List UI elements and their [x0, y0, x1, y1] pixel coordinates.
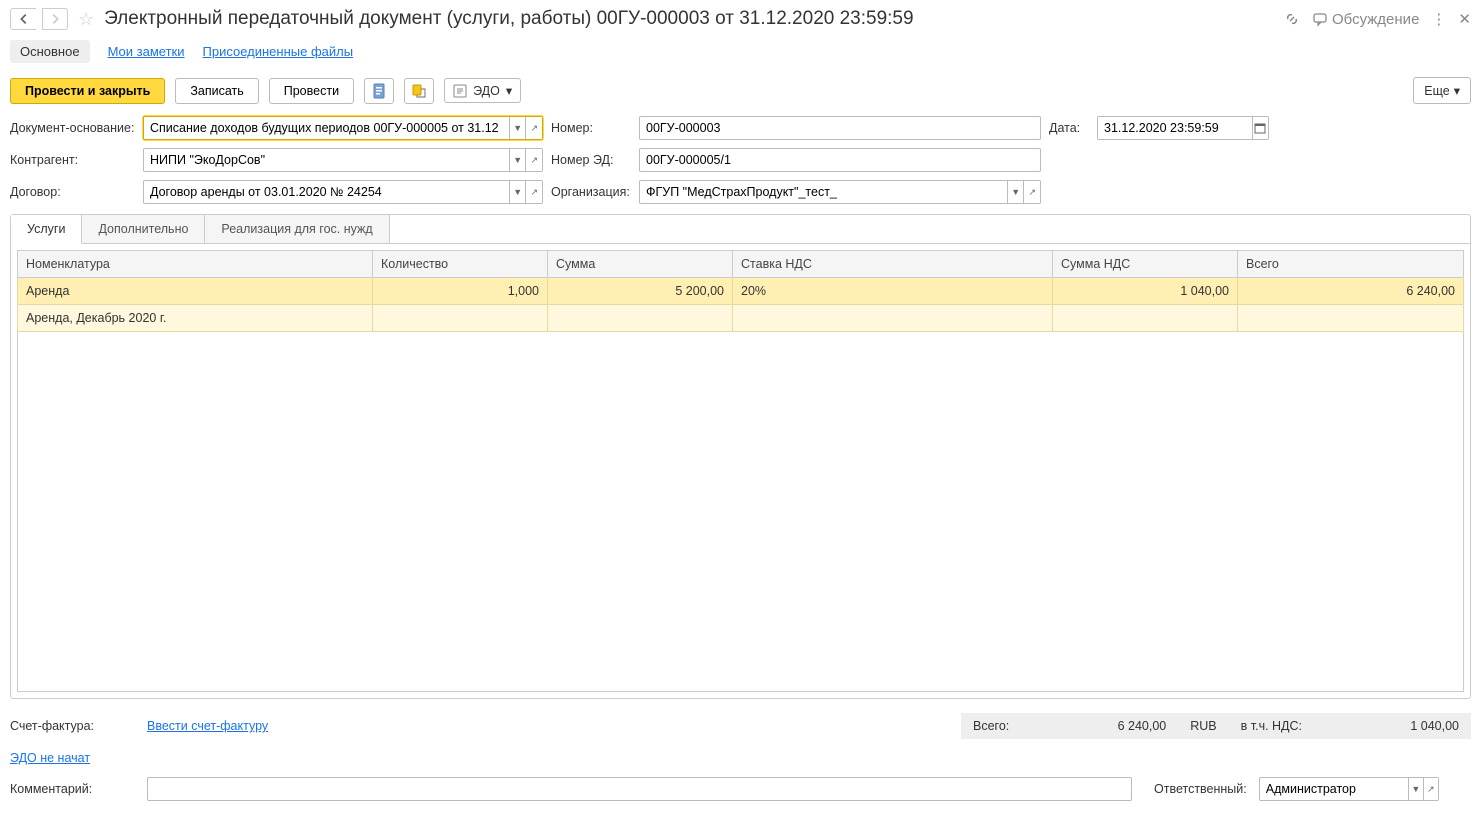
enter-invoice-link[interactable]: Ввести счет-фактуру — [147, 719, 268, 733]
link-icon[interactable] — [1284, 11, 1300, 27]
contract-label: Договор: — [10, 185, 135, 199]
col-vat-rate[interactable]: Ставка НДС — [733, 251, 1053, 278]
save-button[interactable]: Записать — [175, 78, 258, 104]
open-icon[interactable]: ↗ — [1023, 181, 1040, 203]
dropdown-icon[interactable]: ▼ — [509, 149, 526, 171]
col-nomenclature[interactable]: Номенклатура — [18, 251, 373, 278]
contract-field[interactable]: ▼ ↗ — [143, 180, 543, 204]
invoice-label: Счет-фактура: — [10, 719, 135, 733]
counterparty-label: Контрагент: — [10, 153, 135, 167]
favorite-icon[interactable]: ☆ — [78, 9, 94, 30]
date-label: Дата: — [1049, 121, 1089, 135]
number-field[interactable] — [639, 116, 1041, 140]
dropdown-icon[interactable]: ▼ — [1007, 181, 1024, 203]
tab-notes[interactable]: Мои заметки — [108, 44, 185, 59]
responsible-field[interactable]: ▼ ↗ — [1259, 777, 1439, 801]
org-field[interactable]: ▼ ↗ — [639, 180, 1041, 204]
tab-gov[interactable]: Реализация для гос. нужд — [205, 215, 389, 243]
comment-label: Комментарий: — [10, 782, 135, 796]
page-title: Электронный передаточный документ (услуг… — [104, 8, 1278, 30]
date-field[interactable] — [1097, 116, 1269, 140]
basis-label: Документ-основание: — [10, 121, 135, 135]
col-sum[interactable]: Сумма — [548, 251, 733, 278]
org-label: Организация: — [551, 185, 631, 199]
dropdown-icon[interactable]: ▼ — [509, 117, 526, 139]
tab-services[interactable]: Услуги — [11, 215, 82, 244]
dropdown-icon[interactable]: ▼ — [1408, 778, 1423, 800]
edo-status-link[interactable]: ЭДО не начат — [10, 751, 90, 765]
number-label: Номер: — [551, 121, 631, 135]
chevron-down-icon: ▾ — [506, 83, 512, 98]
back-button[interactable] — [10, 8, 36, 30]
edo-dropdown-button[interactable]: ЭДО ▾ — [444, 78, 521, 103]
chevron-down-icon: ▾ — [1454, 83, 1460, 98]
discussion-button[interactable]: Обсуждение — [1312, 11, 1419, 28]
totals-box: Всего: 6 240,00 RUB в т.ч. НДС: 1 040,00 — [961, 713, 1471, 739]
post-and-close-button[interactable]: Провести и закрыть — [10, 78, 165, 104]
tab-files[interactable]: Присоединенные файлы — [203, 44, 354, 59]
responsible-label: Ответственный: — [1154, 782, 1247, 796]
close-icon[interactable]: ✕ — [1458, 10, 1471, 28]
basis-field[interactable]: ▼ ↗ — [143, 116, 543, 140]
open-icon[interactable]: ↗ — [525, 149, 542, 171]
forward-button[interactable] — [42, 8, 68, 30]
tab-additional[interactable]: Дополнительно — [82, 215, 205, 243]
ed-number-label: Номер ЭД: — [551, 153, 631, 167]
open-icon[interactable]: ↗ — [525, 181, 542, 203]
col-qty[interactable]: Количество — [373, 251, 548, 278]
table-row[interactable]: Аренда 1,000 5 200,00 20% 1 040,00 6 240… — [18, 278, 1464, 305]
table-row[interactable]: Аренда, Декабрь 2020 г. — [18, 305, 1464, 332]
table-empty-area[interactable] — [17, 332, 1464, 692]
col-vat-sum[interactable]: Сумма НДС — [1053, 251, 1238, 278]
more-menu-icon[interactable]: ⋮ — [1431, 10, 1446, 28]
counterparty-field[interactable]: ▼ ↗ — [143, 148, 543, 172]
dropdown-icon[interactable]: ▼ — [509, 181, 526, 203]
col-total[interactable]: Всего — [1238, 251, 1464, 278]
open-icon[interactable]: ↗ — [525, 117, 542, 139]
calendar-icon[interactable] — [1252, 117, 1268, 139]
comment-input[interactable] — [147, 777, 1132, 801]
post-button[interactable]: Провести — [269, 78, 354, 104]
open-icon[interactable]: ↗ — [1423, 778, 1438, 800]
ed-number-field[interactable] — [639, 148, 1041, 172]
tab-main[interactable]: Основное — [10, 40, 90, 63]
report-icon-button[interactable] — [364, 78, 394, 104]
more-button[interactable]: Еще ▾ — [1413, 77, 1471, 104]
create-based-icon-button[interactable] — [404, 78, 434, 104]
